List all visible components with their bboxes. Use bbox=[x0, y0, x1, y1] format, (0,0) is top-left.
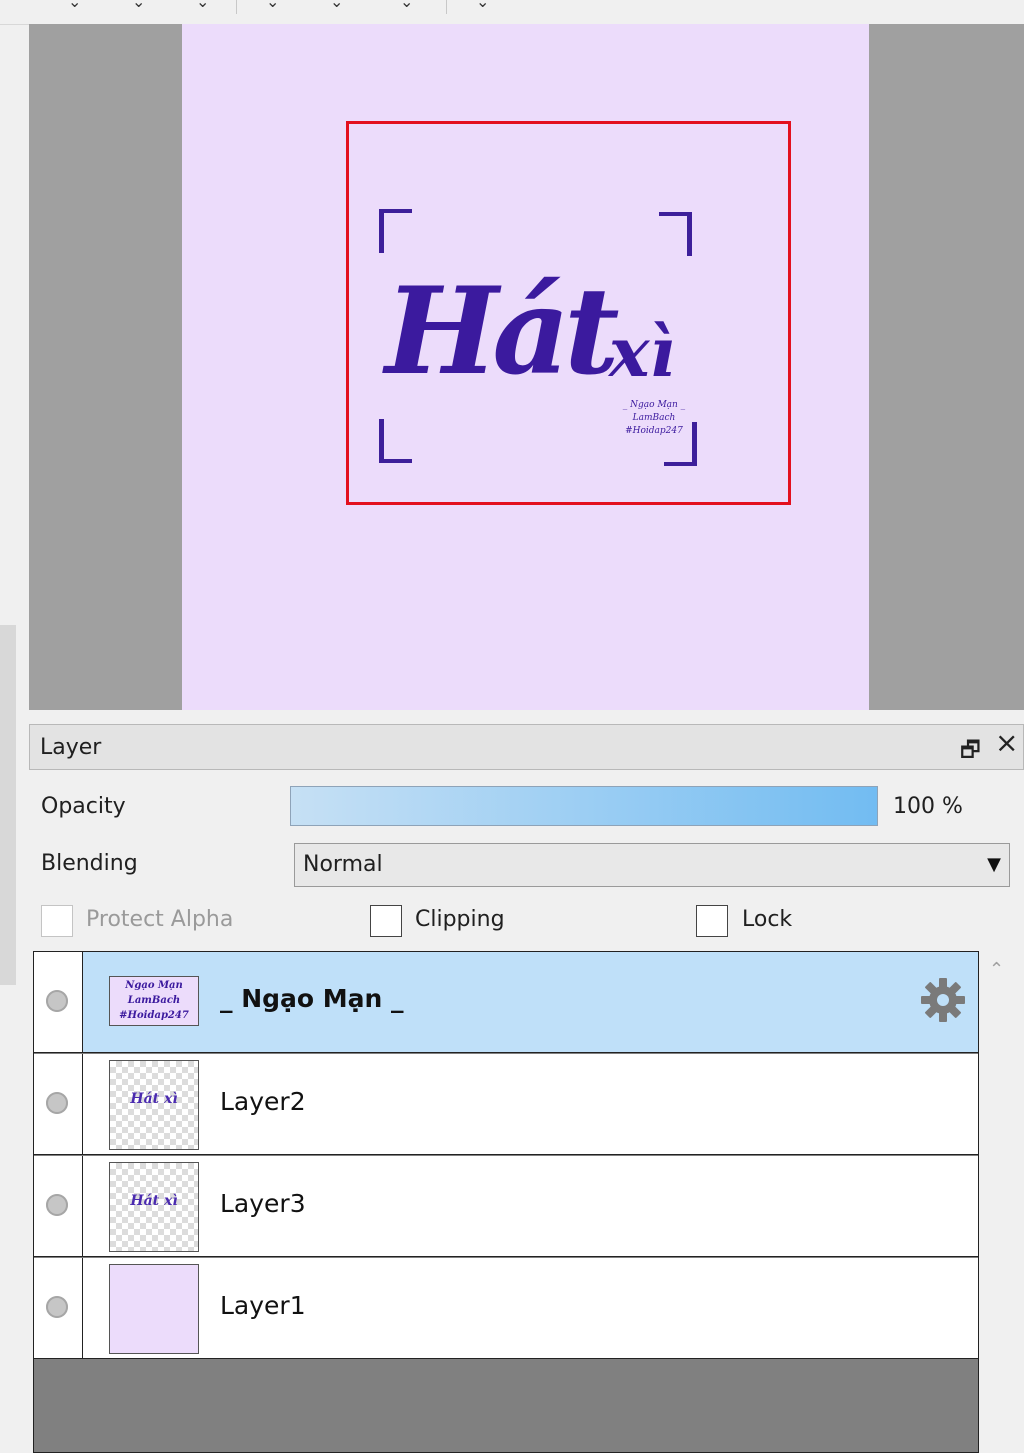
frame-corner-icon bbox=[379, 209, 412, 253]
layer-name: Layer2 bbox=[220, 1087, 306, 1116]
layer-row[interactable]: Hát xì Layer3 bbox=[34, 1156, 978, 1257]
clipping-label: Clipping bbox=[415, 907, 505, 932]
artwork-signature: _ Ngạo Mạn _ LamBach #Hoidap247 bbox=[621, 399, 687, 438]
selection-rectangle[interactable]: Hát xì _ Ngạo Mạn _ LamBach #Hoidap247 bbox=[346, 121, 791, 505]
top-toolbar: ⌄ ⌄ ⌄ ⌄ ⌄ ⌄ ⌄ bbox=[0, 0, 1024, 25]
frame-corner-icon bbox=[659, 212, 692, 256]
canvas-area[interactable]: Hát xì _ Ngạo Mạn _ LamBach #Hoidap247 bbox=[29, 24, 1024, 710]
dropdown-arrow-icon: ▼ bbox=[987, 854, 1001, 875]
layer-row-body[interactable]: Ngạo Mạn LamBach #Hoidap247 _ Ngạo Mạn _ bbox=[83, 952, 978, 1052]
layer-row[interactable]: Hát xì Layer2 bbox=[34, 1054, 978, 1155]
toolbar-divider bbox=[446, 0, 447, 14]
tool-icon[interactable]: ⌄ bbox=[132, 0, 145, 11]
blending-dropdown[interactable]: Normal ▼ bbox=[294, 843, 1010, 887]
canvas-page[interactable]: Hát xì _ Ngạo Mạn _ LamBach #Hoidap247 bbox=[182, 24, 869, 710]
opacity-value: 100 % bbox=[893, 794, 963, 819]
layer-thumbnail: Hát xì bbox=[109, 1162, 199, 1252]
visibility-icon bbox=[46, 1092, 68, 1114]
visibility-icon bbox=[46, 1194, 68, 1216]
blending-value: Normal bbox=[303, 852, 383, 877]
tool-icon[interactable]: ⌄ bbox=[400, 0, 413, 11]
layer-row-body[interactable]: Layer1 bbox=[83, 1258, 978, 1358]
opacity-slider[interactable] bbox=[290, 786, 878, 826]
scroll-up-icon[interactable]: ⌃ bbox=[989, 959, 1004, 980]
layer-row-body[interactable]: Hát xì Layer2 bbox=[83, 1054, 978, 1154]
thumbnail-line: LamBach bbox=[127, 995, 181, 1006]
layer-name: Layer1 bbox=[220, 1291, 306, 1320]
layer-thumbnail: Hát xì bbox=[109, 1060, 199, 1150]
signature-line: #Hoidap247 bbox=[625, 426, 683, 436]
toolbar-divider bbox=[236, 0, 237, 14]
thumbnail-line: Ngạo Mạn bbox=[125, 980, 183, 991]
layer-thumbnail: Ngạo Mạn LamBach #Hoidap247 bbox=[109, 976, 199, 1026]
protect-alpha-label: Protect Alpha bbox=[86, 907, 234, 932]
left-scrollbar[interactable] bbox=[0, 625, 16, 985]
visibility-toggle[interactable] bbox=[34, 1054, 83, 1154]
tool-icon[interactable]: ⌄ bbox=[330, 0, 343, 11]
thumbnail-text: Hát xì bbox=[130, 1091, 178, 1107]
visibility-icon bbox=[46, 1296, 68, 1318]
tool-icon[interactable]: ⌄ bbox=[266, 0, 279, 11]
float-window-icon[interactable]: 🗗 bbox=[960, 733, 981, 771]
opacity-label: Opacity bbox=[41, 794, 126, 819]
layer-name: Layer3 bbox=[220, 1189, 306, 1218]
frame-corner-icon bbox=[379, 419, 412, 463]
lock-checkbox[interactable] bbox=[696, 905, 728, 937]
layer-panel: Layer 🗗 × Opacity 100 % Blending Normal … bbox=[29, 724, 1024, 1453]
layer-row[interactable]: Ngạo Mạn LamBach #Hoidap247 _ Ngạo Mạn _ bbox=[34, 952, 978, 1053]
signature-line: LamBach bbox=[632, 413, 676, 423]
visibility-icon bbox=[46, 990, 68, 1012]
visibility-toggle[interactable] bbox=[34, 1258, 83, 1358]
signature-line: _ Ngạo Mạn _ bbox=[622, 400, 686, 410]
thumbnail-text: Ngạo Mạn LamBach #Hoidap247 bbox=[110, 978, 198, 1023]
layer-list[interactable]: Ngạo Mạn LamBach #Hoidap247 _ Ngạo Mạn _ bbox=[33, 951, 979, 1453]
tool-icon[interactable]: ⌄ bbox=[476, 0, 489, 11]
layer-thumbnail bbox=[109, 1264, 199, 1354]
visibility-toggle[interactable] bbox=[34, 1156, 83, 1256]
protect-alpha-checkbox[interactable] bbox=[41, 905, 73, 937]
layer-row[interactable]: Layer1 bbox=[34, 1258, 978, 1359]
clipping-checkbox[interactable] bbox=[370, 905, 402, 937]
visibility-toggle[interactable] bbox=[34, 952, 83, 1052]
gear-icon[interactable] bbox=[919, 976, 967, 1024]
close-icon[interactable]: × bbox=[995, 729, 1018, 757]
thumbnail-line: #Hoidap247 bbox=[119, 1010, 189, 1021]
artwork-word: xì bbox=[609, 313, 676, 393]
layer-row-body[interactable]: Hát xì Layer3 bbox=[83, 1156, 978, 1256]
lock-label: Lock bbox=[742, 907, 793, 932]
tool-icon[interactable]: ⌄ bbox=[196, 0, 209, 11]
artwork-title: Hát bbox=[385, 261, 620, 402]
blending-label: Blending bbox=[41, 851, 138, 876]
tool-icon[interactable]: ⌄ bbox=[68, 0, 81, 11]
layer-name: _ Ngạo Mạn _ bbox=[220, 984, 404, 1013]
panel-header: Layer 🗗 × bbox=[29, 724, 1024, 770]
panel-title: Layer bbox=[40, 735, 102, 760]
thumbnail-text: Hát xì bbox=[130, 1193, 178, 1209]
